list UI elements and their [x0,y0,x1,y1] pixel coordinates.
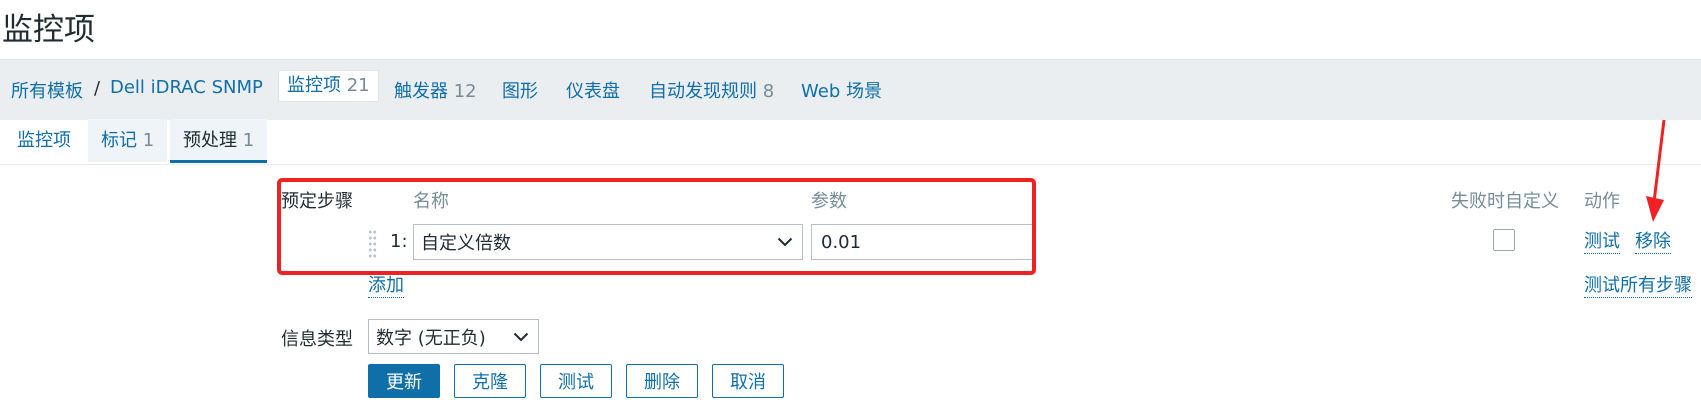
nav-graphs[interactable]: 图形 [502,77,538,103]
clone-button[interactable]: 克隆 [454,364,526,398]
tab-item[interactable]: 监控项 [4,119,84,162]
nav-items[interactable]: 监控项 21 [278,70,379,102]
chevron-down-icon [777,237,793,247]
tab-tags-label: 标记 [101,130,137,151]
tab-item-label: 监控项 [17,130,71,151]
step-type-select[interactable]: 自定义倍数 [413,224,803,260]
column-name: 名称 [413,191,449,212]
nav-items-label: 监控项 [287,75,341,96]
tab-preprocessing-count: 1 [242,130,255,151]
step-parameter-input[interactable]: 0.01 [811,224,1036,260]
test-all-steps-link[interactable]: 测试所有步骤 [1584,275,1692,298]
info-type-select[interactable]: 数字 (无正负) [368,319,539,354]
column-parameters: 参数 [811,191,847,212]
step-test-link[interactable]: 测试 [1584,231,1620,254]
nav-discovery-label: 自动发现规则 [649,81,757,102]
tab-tags-count: 1 [142,130,155,151]
chevron-down-icon [513,332,529,341]
breadcrumb-template[interactable]: Dell iDRAC SNMP [110,77,263,98]
info-type-value: 数字 (无正负) [376,327,486,349]
info-type-label: 信息类型 [281,329,353,350]
tab-preprocessing-label: 预处理 [183,130,237,151]
nav-dashboards[interactable]: 仪表盘 [566,77,620,103]
nav-web-scenarios[interactable]: Web 场景 [801,77,882,103]
test-button[interactable]: 测试 [540,364,612,398]
breadcrumb-all-templates[interactable]: 所有模板 [11,77,83,103]
nav-discovery-rules[interactable]: 自动发现规则 8 [649,77,774,103]
column-actions: 动作 [1584,191,1620,212]
breadcrumb-separator: / [94,78,101,99]
step-remove-link[interactable]: 移除 [1635,231,1671,254]
tab-tags[interactable]: 标记 1 [88,119,168,162]
step-index: 1: [390,231,408,252]
form-tabs: 监控项 标记 1 预处理 1 [0,119,1701,165]
step-type-value: 自定义倍数 [421,233,511,254]
drag-handle-icon[interactable] [368,229,377,259]
nav-items-count: 21 [346,75,370,96]
nav-triggers-label: 触发器 [394,81,448,102]
tab-preprocessing[interactable]: 预处理 1 [170,119,268,163]
step-parameter-value: 0.01 [821,231,862,253]
page-title: 监控项 [2,12,95,48]
header-navigation: 所有模板 / Dell iDRAC SNMP 监控项 21 触发器 12 图形 … [0,59,1701,120]
custom-on-fail-checkbox[interactable] [1493,229,1515,251]
nav-discovery-count: 8 [762,81,775,102]
arrow-down-icon [1646,119,1666,222]
nav-triggers[interactable]: 触发器 12 [394,77,477,103]
column-custom-on-fail: 失败时自定义 [1451,191,1559,212]
preprocessing-steps-label: 预定步骤 [281,191,353,212]
delete-button[interactable]: 删除 [626,364,698,398]
cancel-button[interactable]: 取消 [712,364,784,398]
update-button[interactable]: 更新 [368,364,440,398]
add-step-link[interactable]: 添加 [368,275,404,298]
nav-triggers-count: 12 [453,81,477,102]
